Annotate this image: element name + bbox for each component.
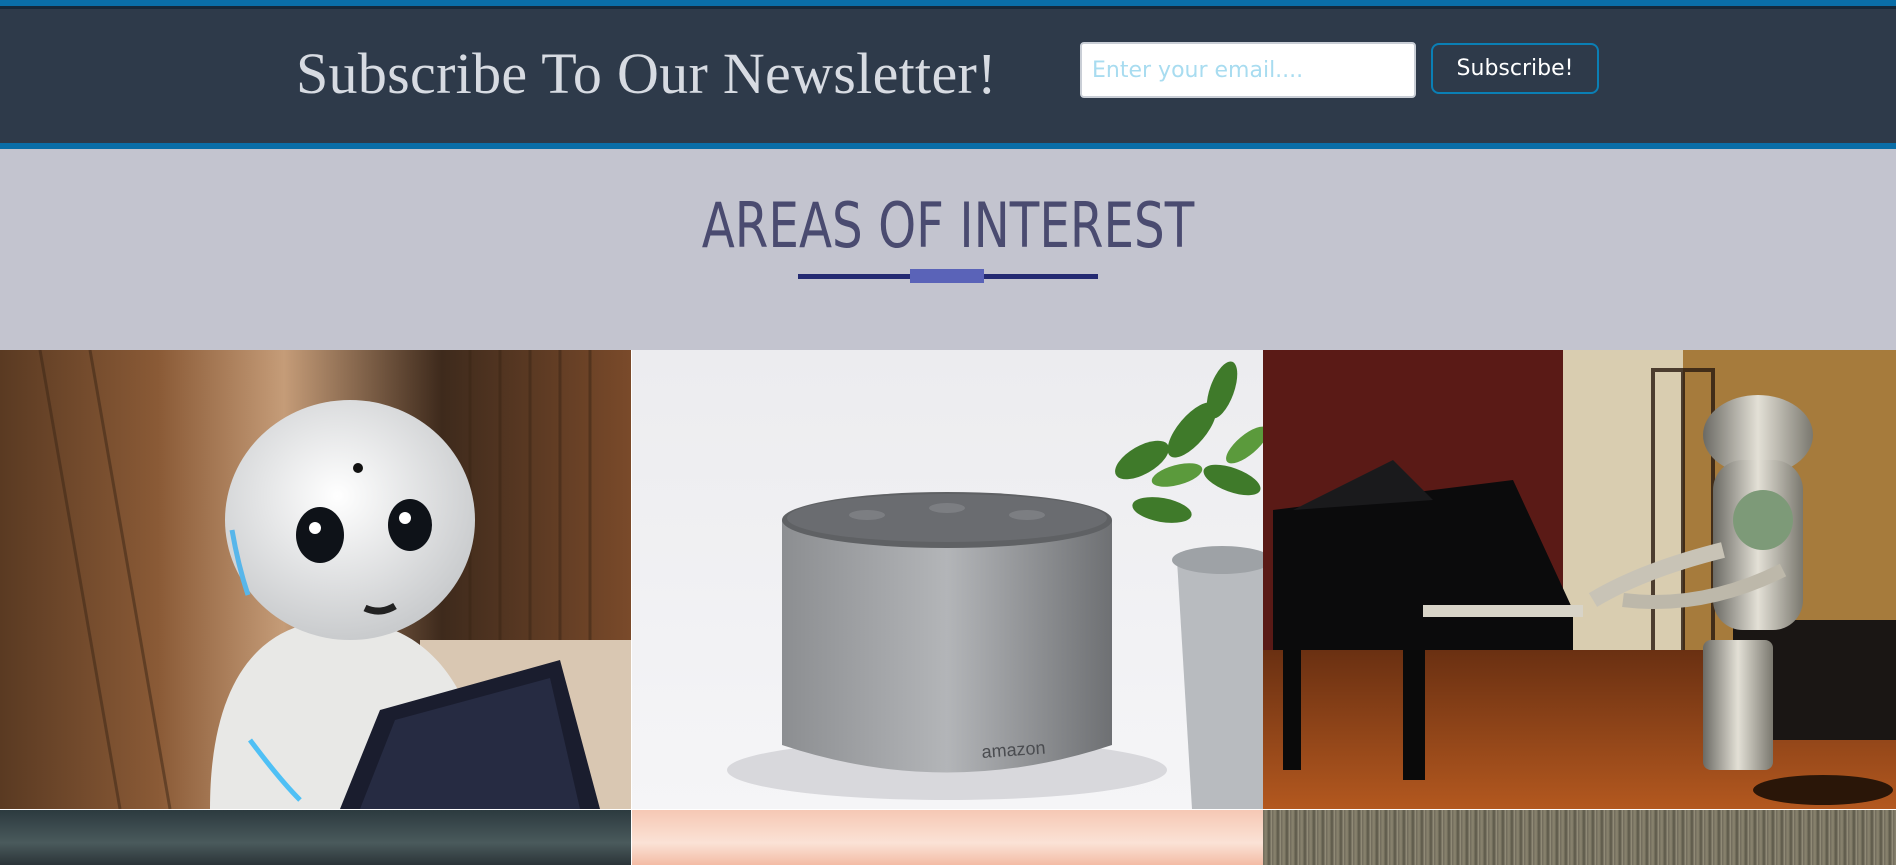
smart-speaker-image[interactable]: amazon <box>632 350 1263 809</box>
title-divider-accent <box>910 269 984 283</box>
section-title: AREAS OF INTEREST <box>701 189 1195 262</box>
newsletter-title: Subscribe To Our Newsletter! <box>296 41 997 106</box>
gravel-image[interactable] <box>1263 810 1896 865</box>
areas-of-interest-section: AREAS OF INTEREST <box>0 149 1896 350</box>
newsletter-bar: Subscribe To Our Newsletter! Subscribe! <box>0 0 1896 149</box>
sky-image[interactable] <box>0 810 631 865</box>
robot-tablet-image[interactable] <box>0 350 631 809</box>
peach-image[interactable] <box>632 810 1263 865</box>
email-input[interactable] <box>1080 42 1416 98</box>
subscribe-button[interactable]: Subscribe! <box>1431 43 1599 94</box>
robot-piano-image[interactable] <box>1263 350 1896 809</box>
page: Subscribe To Our Newsletter! Subscribe! … <box>0 0 1896 865</box>
